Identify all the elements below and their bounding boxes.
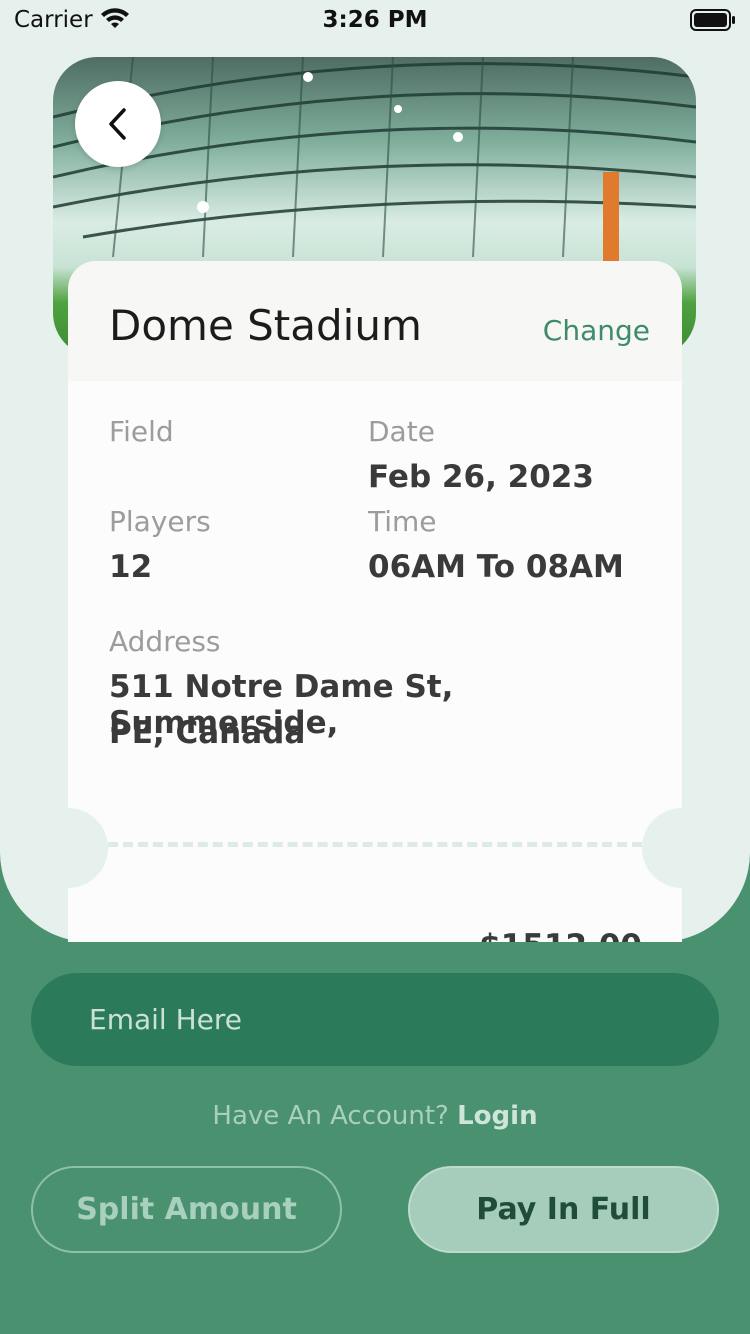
ticket-notch-right bbox=[642, 808, 722, 888]
ticket-divider bbox=[108, 842, 642, 847]
ticket-notch-left bbox=[28, 808, 108, 888]
split-amount-button[interactable]: Split Amount bbox=[31, 1166, 342, 1253]
chevron-left-icon bbox=[109, 108, 126, 140]
date-value: Feb 26, 2023 bbox=[368, 459, 594, 495]
battery-icon bbox=[690, 9, 736, 35]
players-label: Players bbox=[109, 505, 211, 538]
back-button[interactable] bbox=[75, 81, 161, 167]
pay-in-full-button[interactable]: Pay In Full bbox=[408, 1166, 719, 1253]
venue-name: Dome Stadium bbox=[109, 301, 422, 350]
time-label: Time bbox=[368, 505, 437, 538]
ticket-details: Field Date Feb 26, 2023 Players 12 Time … bbox=[68, 381, 682, 942]
price-amount: $1512.00 bbox=[479, 928, 642, 942]
login-link[interactable]: Login bbox=[457, 1101, 537, 1131]
email-input[interactable] bbox=[31, 973, 719, 1066]
ticket-header: Dome Stadium Change bbox=[68, 261, 682, 381]
address-line-2: PE, Canada bbox=[109, 715, 306, 751]
players-value: 12 bbox=[109, 549, 153, 585]
clock-time: 3:26 PM bbox=[322, 7, 428, 33]
field-label: Field bbox=[109, 415, 174, 448]
status-bar: Carrier 3:26 PM bbox=[0, 0, 750, 40]
account-prompt-text: Have An Account? bbox=[212, 1101, 449, 1131]
account-prompt: Have An Account? Login bbox=[0, 1101, 750, 1131]
time-value: 06AM To 08AM bbox=[368, 549, 624, 585]
date-label: Date bbox=[368, 415, 435, 448]
change-venue-link[interactable]: Change bbox=[543, 314, 650, 347]
address-label: Address bbox=[109, 625, 221, 658]
